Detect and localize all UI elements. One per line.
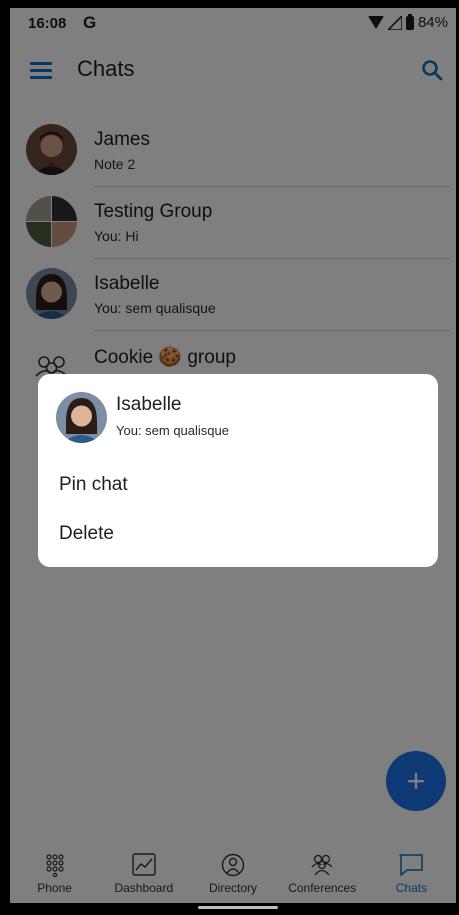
pin-chat-button[interactable]: Pin chat <box>59 474 128 496</box>
dialog-contact-name: Isabelle <box>116 394 182 415</box>
gesture-bar <box>0 903 459 915</box>
delete-chat-button[interactable]: Delete <box>59 523 114 545</box>
dialog-contact-preview: You: sem qualisque <box>116 423 229 438</box>
home-indicator[interactable] <box>198 906 278 909</box>
avatar <box>56 392 107 443</box>
screen: 16:08 G 84% Chats <box>10 8 456 903</box>
chat-options-dialog: Isabelle You: sem qualisque Pin chat Del… <box>38 374 438 567</box>
